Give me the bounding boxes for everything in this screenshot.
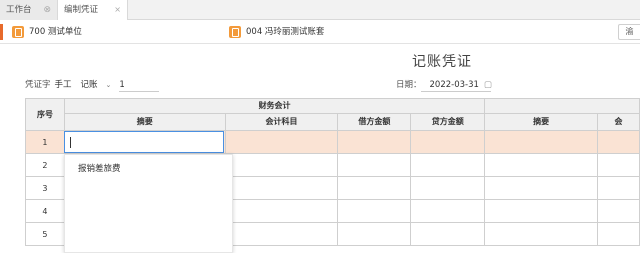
unit-label: 700 测试单位 xyxy=(29,27,82,37)
cell-account-2[interactable] xyxy=(597,199,640,223)
tab-edit-voucher[interactable]: 编制凭证 × xyxy=(58,0,128,21)
voucher-word-field: 凭证字 手工 记账 ⌄ 1 xyxy=(25,78,125,92)
col-account-2: 会 xyxy=(597,112,640,132)
summary-suggestion-dropdown: 报销差旅费 xyxy=(64,154,233,253)
cell-summary-2[interactable] xyxy=(484,222,598,246)
row-index: 3 xyxy=(25,176,65,200)
cell-credit[interactable] xyxy=(410,130,486,154)
cell-account[interactable] xyxy=(224,176,339,200)
group-header: 财务会计 xyxy=(63,98,486,114)
accent-bar xyxy=(0,24,3,40)
cell-account-2[interactable] xyxy=(597,222,640,246)
company-bar: 700 测试单位 004 冯玲丽测试账套 渝 xyxy=(0,20,640,44)
chevron-down-icon[interactable]: ⌄ xyxy=(106,81,112,89)
cell-account[interactable] xyxy=(224,130,339,154)
tab-workbench[interactable]: 工作台 ⊗ xyxy=(0,0,58,20)
cell-summary-2[interactable] xyxy=(484,176,598,200)
tab-label: 工作台 xyxy=(6,5,32,15)
voucher-number-underline xyxy=(119,91,159,92)
cell-debit[interactable] xyxy=(337,222,412,246)
row-index: 2 xyxy=(25,153,65,177)
text-caret xyxy=(70,137,71,148)
voucher-type-select[interactable]: 记账 xyxy=(81,80,98,90)
calendar-icon[interactable]: ▢ xyxy=(484,80,492,90)
summary-input[interactable] xyxy=(64,131,224,153)
cell-debit[interactable] xyxy=(337,153,412,177)
cell-account[interactable] xyxy=(224,222,339,246)
date-underline xyxy=(421,91,491,92)
date-label: 日期： xyxy=(396,80,422,90)
row-index: 5 xyxy=(25,222,65,246)
cell-credit[interactable] xyxy=(410,222,486,246)
unit-selector[interactable]: 700 测试单位 xyxy=(12,26,82,38)
col-credit: 贷方金额 xyxy=(410,112,486,132)
date-input[interactable]: 2022-03-31 xyxy=(430,80,479,90)
account-set-label: 004 冯玲丽测试账套 xyxy=(246,27,325,37)
row-index: 4 xyxy=(25,199,65,223)
cell-summary-2[interactable] xyxy=(484,153,598,177)
col-summary: 摘要 xyxy=(63,112,226,132)
col-debit: 借方金额 xyxy=(337,112,412,132)
cell-summary-2[interactable] xyxy=(484,130,598,154)
side-button[interactable]: 渝 xyxy=(618,24,640,40)
cell-account-2[interactable] xyxy=(597,176,640,200)
voucher-title: 记账凭证 xyxy=(412,54,472,70)
tab-bar: 工作台 ⊗ 编制凭证 × xyxy=(0,0,640,21)
book-icon xyxy=(229,26,241,38)
cell-account[interactable] xyxy=(224,199,339,223)
cell-account[interactable] xyxy=(224,153,339,177)
cell-credit[interactable] xyxy=(410,176,486,200)
row-index: 1 xyxy=(25,130,65,154)
index-header: 序号 xyxy=(25,98,65,131)
cell-credit[interactable] xyxy=(410,199,486,223)
cell-debit[interactable] xyxy=(337,199,412,223)
account-set-selector[interactable]: 004 冯玲丽测试账套 xyxy=(229,26,324,38)
voucher-number-input[interactable]: 1 xyxy=(119,80,124,90)
cell-debit[interactable] xyxy=(337,130,412,154)
col-summary-2: 摘要 xyxy=(484,112,598,132)
col-account: 会计科目 xyxy=(224,112,339,132)
cell-summary-2[interactable] xyxy=(484,199,598,223)
cell-account-2[interactable] xyxy=(597,153,640,177)
book-icon xyxy=(12,26,24,38)
cell-credit[interactable] xyxy=(410,153,486,177)
group-header-2 xyxy=(484,98,640,114)
cell-debit[interactable] xyxy=(337,176,412,200)
voucher-word-label: 凭证字 xyxy=(25,80,51,90)
tab-label: 编制凭证 xyxy=(64,5,99,15)
date-field: 日期： 2022-03-31 ▢ xyxy=(396,78,492,92)
voucher-word-value: 手工 xyxy=(54,80,72,90)
cell-account-2[interactable] xyxy=(597,130,640,154)
close-icon[interactable]: × xyxy=(114,0,121,20)
close-icon[interactable]: ⊗ xyxy=(43,0,51,20)
suggestion-item[interactable]: 报销差旅费 xyxy=(78,162,121,174)
